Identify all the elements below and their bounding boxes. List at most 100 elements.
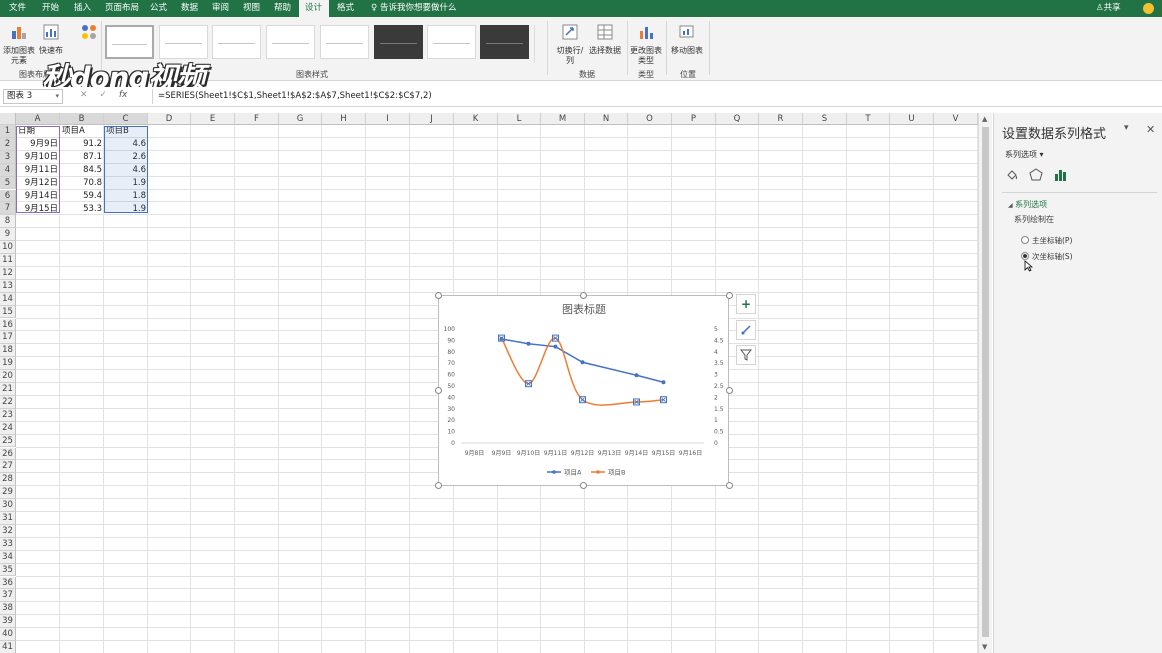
- chart-style-7[interactable]: [427, 25, 476, 59]
- chart-style-6[interactable]: [374, 25, 423, 59]
- name-box[interactable]: 图表 3 ▾: [3, 89, 63, 104]
- row-header-8[interactable]: 8: [0, 215, 16, 229]
- series-options-dropdown[interactable]: 系列选项 ▾: [1005, 149, 1044, 160]
- pane-options-chevron-icon[interactable]: ▾: [1124, 123, 1129, 133]
- chart-filters-button[interactable]: [736, 345, 756, 365]
- row-header-31[interactable]: 31: [0, 512, 16, 525]
- row-header-12[interactable]: 12: [0, 266, 16, 280]
- column-header-D[interactable]: D: [148, 113, 191, 125]
- chart-styles-scroll[interactable]: [534, 25, 543, 63]
- chart-style-2[interactable]: [159, 25, 208, 59]
- row-header-37[interactable]: 37: [0, 589, 16, 603]
- feedback-smiley-icon[interactable]: [1143, 3, 1154, 14]
- row-header-11[interactable]: 11: [0, 254, 16, 267]
- row-header-39[interactable]: 39: [0, 615, 16, 629]
- resize-handle-r[interactable]: [726, 387, 733, 394]
- column-header-P[interactable]: P: [672, 113, 716, 125]
- secondary-axis-label[interactable]: 次坐标轴(S): [1032, 251, 1073, 262]
- share-button[interactable]: ♙共享: [1096, 0, 1121, 17]
- row-header-41[interactable]: 41: [0, 641, 16, 653]
- cancel-icon[interactable]: ✕: [80, 90, 88, 100]
- row-header-27[interactable]: 27: [0, 460, 16, 474]
- row-header-26[interactable]: 26: [0, 447, 16, 461]
- column-header-B[interactable]: B: [60, 113, 104, 125]
- row-header-23[interactable]: 23: [0, 408, 16, 422]
- row-header-17[interactable]: 17: [0, 331, 16, 345]
- column-header-N[interactable]: N: [585, 113, 628, 125]
- chart-style-4[interactable]: [266, 25, 315, 59]
- tell-me-search[interactable]: ♀ 告诉我你想要做什么: [371, 0, 456, 17]
- scroll-up-icon[interactable]: ▲: [982, 115, 987, 123]
- change-colors-button[interactable]: [78, 23, 100, 46]
- row-header-20[interactable]: 20: [0, 370, 16, 383]
- formula-input[interactable]: =SERIES(Sheet1!$C$1,Sheet1!$A$2:$A$7,She…: [152, 89, 1160, 104]
- row-header-21[interactable]: 21: [0, 383, 16, 396]
- insert-function-button[interactable]: fx: [119, 90, 128, 100]
- row-header-14[interactable]: 14: [0, 292, 16, 306]
- cell-B3[interactable]: 87.1: [60, 151, 104, 163]
- row-header-15[interactable]: 15: [0, 305, 16, 319]
- vertical-scrollbar[interactable]: ▲ ▼: [978, 113, 992, 653]
- row-header-9[interactable]: 9: [0, 228, 16, 242]
- row-header-1[interactable]: 1: [0, 125, 16, 138]
- cell-B7[interactable]: 53.3: [60, 203, 104, 215]
- series-options-bar-icon[interactable]: [1053, 168, 1067, 182]
- column-header-O[interactable]: O: [628, 113, 672, 125]
- row-header-32[interactable]: 32: [0, 524, 16, 538]
- row-header-30[interactable]: 30: [0, 499, 16, 512]
- add-chart-element-button[interactable]: 添加图表元素: [2, 23, 36, 66]
- tab-file[interactable]: 文件: [5, 0, 29, 17]
- row-header-3[interactable]: 3: [0, 150, 16, 164]
- row-header-22[interactable]: 22: [0, 395, 16, 409]
- quick-layout-button[interactable]: 快速布局: [38, 23, 64, 56]
- select-data-button[interactable]: 选择数据: [588, 23, 622, 56]
- tab-data[interactable]: 数据: [177, 0, 203, 17]
- column-header-E[interactable]: E: [191, 113, 235, 125]
- column-header-G[interactable]: G: [279, 113, 322, 125]
- chart-style-1[interactable]: [105, 25, 154, 59]
- resize-handle-l[interactable]: [435, 387, 442, 394]
- tab-formulas[interactable]: 公式: [146, 0, 172, 17]
- chart-style-3[interactable]: [212, 25, 261, 59]
- primary-axis-label[interactable]: 主坐标轴(P): [1032, 235, 1072, 246]
- column-header-H[interactable]: H: [322, 113, 366, 125]
- resize-handle-tl[interactable]: [435, 292, 442, 299]
- row-header-5[interactable]: 5: [0, 176, 16, 190]
- tab-view[interactable]: 视图: [239, 0, 265, 17]
- row-header-40[interactable]: 40: [0, 628, 16, 641]
- row-header-4[interactable]: 4: [0, 163, 16, 177]
- row-header-13[interactable]: 13: [0, 279, 16, 293]
- tab-design[interactable]: 设计: [299, 0, 329, 17]
- row-header-7[interactable]: 7: [0, 202, 16, 216]
- scroll-thumb[interactable]: [982, 127, 989, 637]
- chart-area[interactable]: 图表标题 100 90 80 70 60 50 40 30 20 10 0 5 4.5 4 3.5 3 2.5 2 1…: [438, 295, 729, 486]
- column-header-S[interactable]: S: [803, 113, 847, 125]
- column-header-U[interactable]: U: [890, 113, 934, 125]
- row-header-34[interactable]: 34: [0, 550, 16, 564]
- chart-styles-brush-button[interactable]: [736, 320, 756, 340]
- chart-elements-plus-button[interactable]: +: [736, 294, 756, 314]
- tab-help[interactable]: 帮助: [270, 0, 296, 17]
- row-header-33[interactable]: 33: [0, 537, 16, 551]
- chart-style-8[interactable]: [480, 25, 529, 59]
- cell-B6[interactable]: 59.4: [60, 190, 104, 202]
- column-header-J[interactable]: J: [410, 113, 454, 125]
- effects-pentagon-icon[interactable]: [1029, 168, 1043, 182]
- row-header-36[interactable]: 36: [0, 576, 16, 590]
- row-header-28[interactable]: 28: [0, 473, 16, 487]
- column-header-T[interactable]: T: [847, 113, 890, 125]
- series-options-section[interactable]: ◢ 系列选项: [1008, 199, 1047, 210]
- row-header-25[interactable]: 25: [0, 434, 16, 448]
- secondary-axis-radio[interactable]: [1021, 252, 1029, 260]
- resize-handle-br[interactable]: [726, 482, 733, 489]
- tab-review[interactable]: 审阅: [208, 0, 234, 17]
- chart-style-5[interactable]: [320, 25, 369, 59]
- row-header-19[interactable]: 19: [0, 357, 16, 371]
- cell-B1[interactable]: 项目A: [60, 125, 104, 137]
- cell-B4[interactable]: 84.5: [60, 164, 104, 176]
- resize-handle-tr[interactable]: [726, 292, 733, 299]
- scroll-down-icon[interactable]: ▼: [982, 643, 987, 651]
- row-header-24[interactable]: 24: [0, 421, 16, 435]
- row-header-6[interactable]: 6: [0, 189, 16, 203]
- cell-B5[interactable]: 70.8: [60, 177, 104, 189]
